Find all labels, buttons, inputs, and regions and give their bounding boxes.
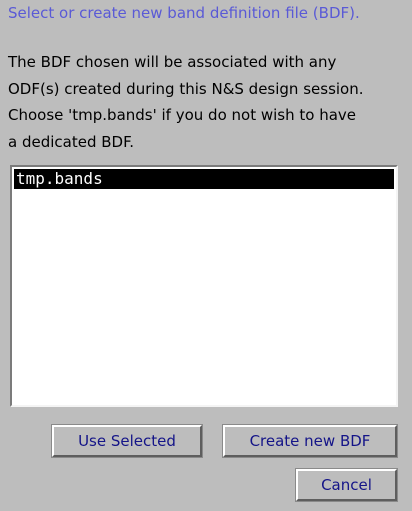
list-item-tmp-bands[interactable]: tmp.bands [14,169,394,189]
use-selected-button[interactable]: Use Selected [51,424,203,458]
description-line-1: The BDF chosen will be associated with a… [8,53,337,71]
description-line-2: ODF(s) created during this N&S design se… [8,79,364,98]
description-line-4: a dedicated BDF. [8,132,135,151]
dialog-description: The BDF chosen will be associated with a… [8,49,364,155]
description-line-3: Choose 'tmp.bands' if you do not wish to… [8,106,357,124]
bdf-listbox[interactable]: tmp.bands [10,165,398,407]
create-new-bdf-button[interactable]: Create new BDF [222,424,398,458]
cancel-button[interactable]: Cancel [295,468,398,502]
dialog-title: Select or create new band definition fil… [8,4,360,22]
